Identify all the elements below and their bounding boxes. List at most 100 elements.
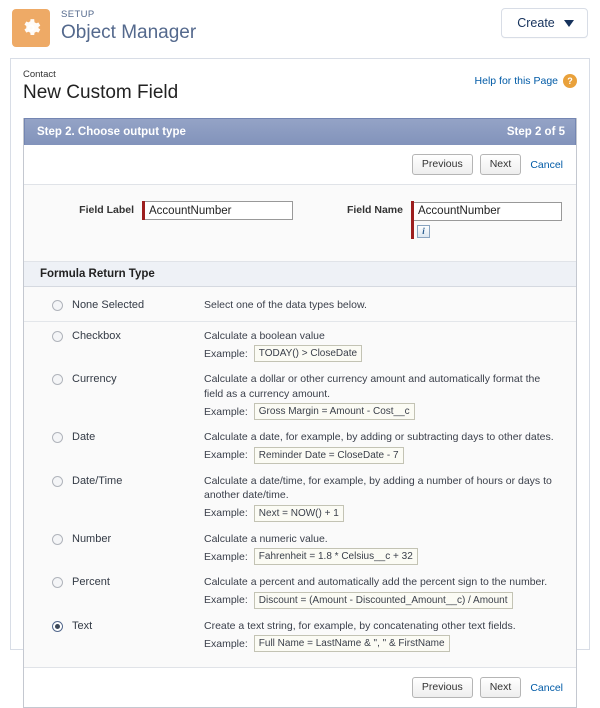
wizard-step-header: Step 2. Choose output type Step 2 of 5 [24, 118, 576, 145]
example-caption-currency: Example: [204, 405, 248, 418]
radio-label-date[interactable]: Date [72, 430, 95, 444]
field-name-stack: i [414, 201, 562, 239]
description-text-date-time: Calculate a date/time, for example, by a… [204, 474, 552, 502]
wizard-step-title: Step 2. Choose output type [37, 126, 186, 138]
formula-type-description-date: Calculate a date, for example, by adding… [204, 430, 576, 464]
description-text-percent: Calculate a percent and automatically ad… [204, 576, 548, 588]
field-label-group: Field Label [24, 201, 309, 239]
formula-return-type-heading: Formula Return Type [24, 262, 576, 287]
wizard-actions-bottom: Previous Next Cancel [24, 667, 576, 707]
cancel-link-top[interactable]: Cancel [528, 159, 566, 171]
formula-type-description-text: Create a text string, for example, by co… [204, 619, 576, 652]
formula-type-choice-date-time[interactable]: Date/Time [24, 474, 204, 488]
example-line-checkbox: Example: TODAY() > CloseDate [204, 345, 558, 362]
setup-title-group: SETUP Object Manager [61, 8, 196, 44]
setup-header: SETUP Object Manager Create [0, 0, 600, 56]
radio-date[interactable] [52, 432, 63, 443]
radio-none-selected[interactable] [52, 300, 63, 311]
example-caption-number: Example: [204, 550, 248, 563]
example-line-number: Example: Fahrenheit = 1.8 * Celsius__c + … [204, 548, 558, 565]
page-card: Contact New Custom Field Help for this P… [10, 58, 590, 708]
formula-type-description-currency: Calculate a dollar or other currency amo… [204, 372, 576, 420]
radio-label-date-time[interactable]: Date/Time [72, 474, 122, 488]
formula-type-row-currency[interactable]: Currency Calculate a dollar or other curr… [24, 367, 576, 425]
help-for-this-page[interactable]: Help for this Page ? [475, 69, 577, 88]
description-text-currency: Calculate a dollar or other currency amo… [204, 373, 541, 400]
description-text-number: Calculate a numeric value. [204, 532, 328, 545]
formula-type-row-date[interactable]: Date Calculate a date, for example, by ad… [24, 425, 576, 469]
example-formula-percent: Discount = (Amount - Discounted_Amount__… [253, 591, 513, 609]
radio-currency[interactable] [52, 374, 63, 385]
radio-label-percent[interactable]: Percent [72, 575, 110, 589]
formula-type-choice-percent[interactable]: Percent [24, 575, 204, 589]
previous-button-top[interactable]: Previous [411, 154, 473, 175]
formula-type-description-percent: Calculate a percent and automatically ad… [204, 575, 576, 609]
radio-number[interactable] [52, 533, 63, 545]
info-icon[interactable]: i [417, 224, 430, 238]
formula-type-description-none-selected: Select one of the data types below. [204, 298, 576, 313]
create-button-label: Create [517, 16, 555, 30]
description-text-date: Calculate a date, for example, by adding… [204, 431, 554, 443]
example-line-date-time: Example: Next = NOW() + 1 [204, 504, 558, 522]
field-label-caption: Field Label [79, 204, 134, 216]
field-name-group: Field Name i [309, 201, 576, 239]
example-formula-number: Fahrenheit = 1.8 * Celsius__c + 32 [253, 548, 418, 565]
radio-percent[interactable] [52, 577, 63, 588]
help-icon[interactable]: ? [563, 74, 577, 88]
field-name-input[interactable] [414, 201, 562, 221]
next-button-top[interactable]: Next [479, 154, 522, 175]
radio-checkbox[interactable] [52, 330, 63, 342]
radio-label-currency[interactable]: Currency [72, 372, 117, 386]
radio-label-number[interactable]: Number [72, 532, 111, 546]
radio-date-time[interactable] [52, 475, 63, 487]
example-caption-text: Example: [204, 637, 248, 650]
previous-button-bottom[interactable]: Previous [411, 677, 473, 698]
example-formula-text: Full Name = LastName & ", " & FirstName [253, 635, 450, 652]
formula-type-choice-currency[interactable]: Currency [24, 372, 204, 386]
field-label-input[interactable] [145, 201, 293, 220]
formula-type-row-date-time[interactable]: Date/Time Calculate a date/time, for exam… [24, 469, 576, 527]
page-title: New Custom Field [23, 82, 179, 103]
page-header: Contact New Custom Field Help for this P… [11, 59, 589, 116]
field-label-input-line [142, 201, 293, 220]
radio-label-checkbox[interactable]: Checkbox [72, 329, 121, 343]
formula-type-choice-none-selected[interactable]: None Selected [24, 298, 204, 312]
description-text-checkbox: Calculate a boolean value [204, 329, 325, 342]
example-formula-date-time: Next = NOW() + 1 [253, 504, 344, 522]
description-text-none-selected: Select one of the data types below. [204, 299, 367, 311]
formula-type-choice-date[interactable]: Date [24, 430, 204, 444]
formula-type-choice-number[interactable]: Number [24, 532, 204, 546]
field-name-caption: Field Name [346, 204, 403, 216]
radio-label-text[interactable]: Text [72, 619, 92, 633]
formula-type-row-number[interactable]: Number Calculate a numeric value. Example:… [24, 527, 576, 571]
next-button-bottom[interactable]: Next [479, 677, 522, 698]
cancel-link-bottom[interactable]: Cancel [528, 682, 566, 694]
formula-type-choice-checkbox[interactable]: Checkbox [24, 329, 204, 343]
formula-type-row-text[interactable]: Text Create a text string, for example, b… [24, 614, 576, 658]
radio-text[interactable] [52, 620, 63, 632]
field-name-input-wrap: i [411, 201, 562, 239]
example-line-text: Example: Full Name = LastName & ", " & Fi… [204, 635, 558, 652]
description-text-text: Create a text string, for example, by co… [204, 619, 516, 632]
formula-type-description-checkbox: Calculate a boolean value Example: TODAY()… [204, 329, 576, 362]
example-formula-date: Reminder Date = CloseDate - 7 [253, 446, 404, 464]
wizard-step-counter: Step 2 of 5 [506, 126, 565, 138]
breadcrumb: Contact [23, 69, 56, 80]
formula-type-choice-text[interactable]: Text [24, 619, 204, 633]
create-button[interactable]: Create [501, 8, 588, 38]
example-line-date: Example: Reminder Date = CloseDate - 7 [204, 446, 558, 464]
setup-branding: SETUP Object Manager [12, 8, 196, 47]
formula-type-row-checkbox[interactable]: Checkbox Calculate a boolean value Example… [24, 324, 576, 368]
formula-type-row-percent[interactable]: Percent Calculate a percent and automatic… [24, 570, 576, 614]
radio-label-none-selected[interactable]: None Selected [72, 298, 144, 312]
example-formula-checkbox: TODAY() > CloseDate [253, 345, 363, 362]
setup-eyebrow: SETUP [61, 9, 95, 20]
help-link-label[interactable]: Help for this Page [475, 75, 558, 87]
example-caption-checkbox: Example: [204, 347, 248, 360]
example-line-currency: Example: Gross Margin = Amount - Cost__c [204, 403, 558, 420]
example-caption-percent: Example: [204, 594, 248, 606]
example-formula-currency: Gross Margin = Amount - Cost__c [253, 403, 415, 420]
field-identity-row: Field Label Field Name i [24, 185, 576, 262]
formula-type-row-none-selected[interactable]: None Selected Select one of the data type… [24, 293, 576, 322]
chevron-down-icon [563, 19, 574, 27]
